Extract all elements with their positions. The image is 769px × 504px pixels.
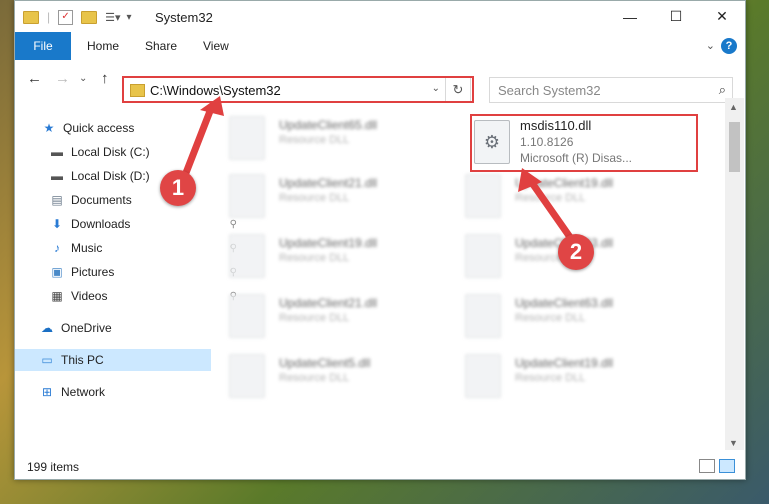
step-1-badge: 1 — [160, 170, 196, 206]
annotation-arrows — [180, 96, 576, 244]
arrow-2-shaft — [526, 176, 576, 244]
step-2-badge: 2 — [558, 234, 594, 270]
arrow-1-shaft — [180, 102, 216, 182]
arrow-1-head — [200, 96, 224, 116]
